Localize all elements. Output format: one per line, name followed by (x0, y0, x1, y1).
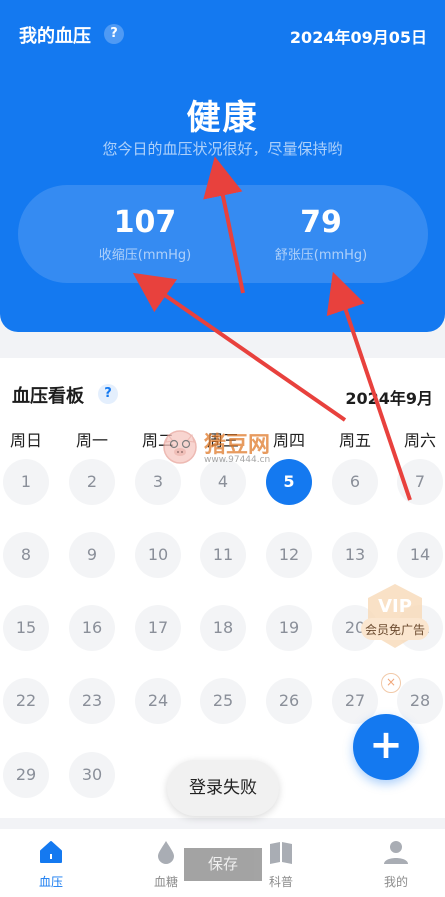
calendar-day[interactable]: 28 (397, 678, 443, 724)
calendar-day[interactable]: 26 (266, 678, 312, 724)
calendar-day[interactable]: 6 (332, 459, 378, 505)
calendar-day[interactable]: 15 (3, 605, 49, 651)
calendar-day[interactable]: 24 (135, 678, 181, 724)
login-failed-toast: 登录失败 (167, 760, 279, 816)
bp-readings-panel: 107 收缩压(mmHg) 79 舒张压(mmHg) (18, 185, 428, 283)
calendar-day[interactable]: 25 (200, 678, 246, 724)
current-date: 2024年09月05日 (289, 28, 427, 47)
calendar-day[interactable]: 17 (135, 605, 181, 651)
calendar-day[interactable]: 8 (3, 532, 49, 578)
weekday-label: 周五 (338, 431, 371, 450)
board-month[interactable]: 2024年9月 (345, 385, 433, 409)
board-title: 血压看板 (12, 386, 84, 407)
tab-bp[interactable]: 血压 (11, 839, 91, 890)
calendar-day[interactable]: 16 (69, 605, 115, 651)
add-record-button[interactable]: + (353, 714, 419, 780)
site-watermark: 猪豆网 www.97444.cn (160, 425, 300, 471)
systolic-value: 107 (113, 205, 177, 240)
systolic-reading: 107 收缩压(mmHg) (70, 205, 220, 263)
calendar-day[interactable]: 11 (200, 532, 246, 578)
diastolic-value: 79 (300, 205, 342, 240)
book-icon (270, 842, 292, 864)
diastolic-reading: 79 舒张压(mmHg) (246, 205, 396, 263)
diastolic-label: 舒张压(mmHg) (274, 248, 368, 263)
tab-mine[interactable]: 我的 (356, 839, 436, 890)
weekday-label: 周一 (75, 431, 108, 450)
bp-summary-header: 我的血压 ? 2024年09月05日 健康 您今日的血压状况很好，尽量保持哟 1… (0, 0, 445, 332)
page-title: 我的血压 (19, 26, 91, 47)
tab-label: 血压 (38, 875, 63, 889)
tab-label: 我的 (383, 875, 408, 889)
help-icon[interactable]: ? (104, 24, 124, 44)
weekday-label: 周日 (9, 431, 42, 450)
calendar-day[interactable]: 14 (397, 532, 443, 578)
save-button[interactable]: 保存 (184, 848, 262, 881)
calendar-day[interactable]: 12 (266, 532, 312, 578)
calendar-day[interactable]: 2 (69, 459, 115, 505)
health-status: 健康 (186, 98, 259, 138)
calendar-day[interactable]: 13 (332, 532, 378, 578)
vip-ad-badge[interactable]: VIP 会员免广告 (360, 580, 430, 670)
watermark-url: www.97444.cn (204, 455, 271, 465)
pig-logo-icon (163, 430, 197, 464)
vip-close-icon[interactable]: × (381, 673, 401, 693)
weekday-label: 周六 (403, 431, 436, 450)
calendar-day[interactable]: 19 (266, 605, 312, 651)
calendar-day[interactable]: 30 (69, 752, 115, 798)
systolic-label: 收缩压(mmHg) (98, 248, 192, 263)
user-icon (384, 841, 408, 864)
vip-title: VIP (378, 596, 412, 617)
board-help-icon[interactable]: ? (98, 384, 118, 404)
calendar-day[interactable]: 22 (3, 678, 49, 724)
calendar-day[interactable]: 9 (69, 532, 115, 578)
vip-subtitle: 会员免广告 (365, 622, 425, 637)
drop-icon (158, 841, 174, 864)
health-status-description: 您今日的血压状况很好，尽量保持哟 (102, 140, 343, 158)
home-icon (40, 841, 62, 863)
calendar-day[interactable]: 10 (135, 532, 181, 578)
calendar-day[interactable]: 7 (397, 459, 443, 505)
calendar-day[interactable]: 18 (200, 605, 246, 651)
calendar-day[interactable]: 23 (69, 678, 115, 724)
calendar-day[interactable]: 29 (3, 752, 49, 798)
calendar-day[interactable]: 1 (3, 459, 49, 505)
